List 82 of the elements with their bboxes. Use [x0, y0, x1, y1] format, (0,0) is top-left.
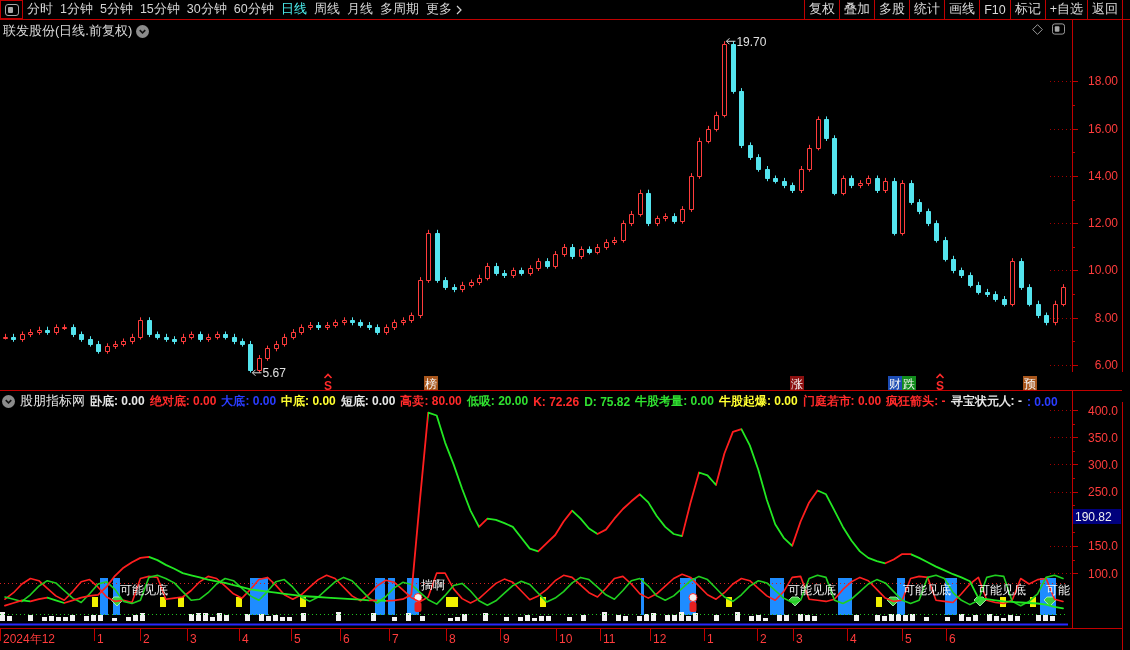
signal-marker: S: [936, 378, 944, 391]
indicator-value: : 0.00: [1026, 394, 1058, 409]
caret-up-icon: [323, 373, 333, 379]
arrow-icon: [725, 37, 736, 45]
price-scale-label: 8.00: [1094, 310, 1118, 325]
period-tab[interactable]: 日线: [280, 0, 307, 19]
date-label: 10: [559, 632, 573, 646]
axis-label: 150.0: [1087, 539, 1118, 554]
signal-tag: 预: [1023, 376, 1037, 391]
period-tab[interactable]: 30分钟: [186, 0, 227, 19]
panel-icon: [4, 3, 19, 16]
date-label: 3: [796, 632, 803, 646]
price-label: 5.67: [262, 366, 286, 381]
signal-tag: 财: [888, 376, 902, 391]
indicator-value: 牛股起爆: 0.00: [718, 393, 798, 410]
indicator-value: K: 72.26: [533, 394, 580, 409]
indicator-value: 绝对底: 0.00: [149, 393, 217, 410]
date-label: 5: [294, 632, 301, 646]
period-tab[interactable]: 60分钟: [233, 0, 274, 19]
date-label: 3: [190, 632, 197, 646]
period-tab[interactable]: 1分钟: [60, 0, 93, 19]
period-tab[interactable]: 15分钟: [139, 0, 180, 19]
diamond-icon[interactable]: [1032, 23, 1043, 35]
date-label: 12: [653, 632, 667, 646]
date-label: 4: [242, 632, 249, 646]
indicator-value: 门庭若市: 0.00: [802, 393, 882, 410]
period-tab[interactable]: 5分钟: [99, 0, 133, 19]
price-scale-label: 6.00: [1094, 357, 1118, 372]
date-label: 8: [449, 632, 456, 646]
indicator-value: 高卖: 80.00: [400, 393, 462, 410]
signal-tag: 涨: [790, 376, 804, 391]
chart-title: 联发股份(日线.前复权): [3, 22, 133, 40]
chevron-down-icon[interactable]: [2, 395, 15, 408]
axis-label: 250.0: [1087, 485, 1118, 500]
panel-icon[interactable]: [1052, 23, 1065, 35]
axis-label: 350.0: [1087, 430, 1118, 445]
period-tab[interactable]: 周线: [313, 0, 340, 19]
arrow-icon: [251, 369, 262, 377]
current-value-tag: 190.82: [1073, 509, 1121, 524]
date-label: 6: [343, 632, 350, 646]
price-scale-label: 14.00: [1087, 168, 1118, 183]
date-label: 4: [850, 632, 857, 646]
date-label: 1: [97, 632, 104, 646]
indicator-value: 疯狂箭头: -: [886, 393, 946, 410]
indicator-value: 大底: 0.00: [221, 393, 277, 410]
toolbar-button[interactable]: 返回: [1087, 0, 1123, 19]
chevron-down-icon[interactable]: [136, 24, 150, 38]
signal-marker: S: [324, 378, 332, 391]
price-scale-label: 10.00: [1087, 263, 1118, 278]
date-label: 1: [707, 632, 714, 646]
signal-tag: 跌: [902, 376, 916, 391]
date-label: 2: [760, 632, 767, 646]
indicator-value: 低吸: 20.00: [466, 393, 529, 410]
indicator-value: 寻宝状元人: -: [950, 393, 1022, 410]
date-label: 2: [143, 632, 150, 646]
period-tab[interactable]: 月线: [346, 0, 373, 19]
period-tab[interactable]: 更多: [425, 0, 462, 19]
date-label: 7: [392, 632, 399, 646]
indicator-value: 卧底: 0.00: [90, 393, 145, 410]
signal-tag: 榜: [424, 376, 438, 391]
axis-label: 400.0: [1087, 403, 1118, 418]
indicator-value: 中底: 0.00: [281, 393, 336, 410]
price-scale-label: 16.00: [1087, 121, 1118, 136]
period-tab[interactable]: 分时: [27, 0, 53, 19]
indicator-value: 短底: 0.00: [340, 393, 396, 410]
date-label: 6: [949, 632, 956, 646]
indicator-name: 股朋指标网: [20, 393, 85, 410]
chevron-right-icon: [455, 4, 462, 15]
date-label: 5: [905, 632, 912, 646]
date-label: 9: [503, 632, 510, 646]
period-tab[interactable]: 多周期: [379, 0, 419, 19]
axis-label: 100.0: [1087, 566, 1118, 581]
panel-toggle-button[interactable]: [0, 0, 23, 19]
indicator-value: D: 75.82: [584, 394, 631, 409]
price-scale-label: 12.00: [1087, 216, 1118, 231]
axis-label: 300.0: [1087, 457, 1118, 472]
price-scale-label: 18.00: [1087, 74, 1118, 89]
price-label: 19.70: [736, 34, 767, 49]
date-label: 11: [603, 632, 616, 646]
caret-up-icon: [935, 373, 945, 379]
indicator-value: 牛股考量: 0.00: [635, 393, 714, 410]
date-label: 2024年12: [3, 632, 56, 646]
